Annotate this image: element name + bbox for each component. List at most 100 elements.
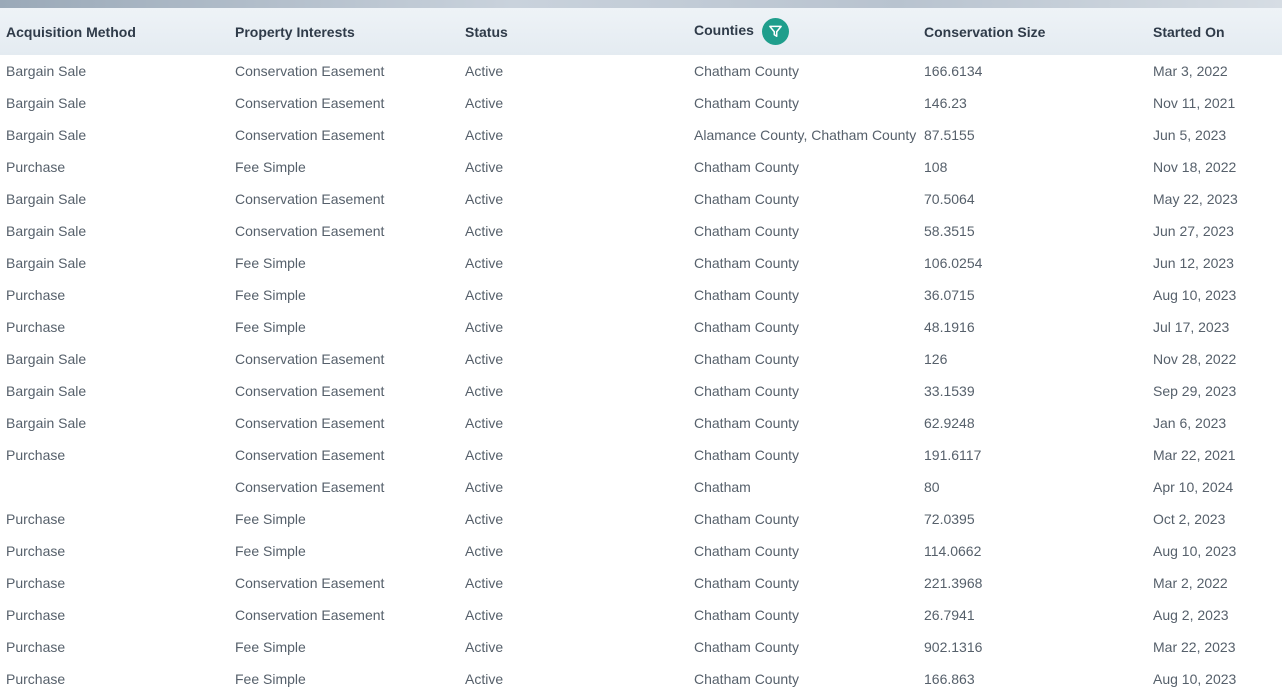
table-row[interactable]: Purchase Fee Simple Active Chatham County 90… — [0, 631, 1282, 663]
property-interests-cell: Conservation Easement — [235, 606, 385, 623]
table-row[interactable]: Bargain Sale Conservation Easement Active C… — [0, 183, 1282, 215]
acquisition-method-cell: Bargain Sale — [6, 254, 87, 271]
counties-cell: Chatham County — [694, 158, 800, 175]
table-row[interactable]: Purchase Conservation Easement Active Chath… — [0, 439, 1282, 471]
column-header-property-interests[interactable]: Property Interests — [229, 8, 459, 55]
column-header-label: Counties — [694, 22, 754, 39]
counties-cell: Chatham County — [694, 542, 800, 559]
counties-cell: Chatham County — [694, 318, 800, 335]
property-interests-cell: Conservation Easement — [235, 94, 385, 111]
acquisition-method-cell: Purchase — [6, 574, 66, 591]
conservation-size-cell: 80 — [924, 478, 940, 495]
table-row[interactable]: Bargain Sale Conservation Easement Active C… — [0, 215, 1282, 247]
table-row[interactable]: Purchase Fee Simple Active Chatham County 11… — [0, 535, 1282, 567]
projects-table: Acquisition Method Property Interests St… — [0, 8, 1282, 695]
conservation-size-cell: 902.1316 — [924, 638, 983, 655]
counties-cell: Chatham County — [694, 574, 800, 591]
acquisition-method-cell: Purchase — [6, 638, 66, 655]
started-on-cell: Apr 10, 2024 — [1153, 478, 1234, 495]
acquisition-method-cell: Bargain Sale — [6, 94, 87, 111]
counties-cell: Chatham County — [694, 222, 800, 239]
started-on-cell: Mar 3, 2022 — [1153, 62, 1228, 79]
acquisition-method-cell: Bargain Sale — [6, 382, 87, 399]
property-interests-cell: Conservation Easement — [235, 126, 385, 143]
status-cell: Active — [465, 670, 504, 687]
property-interests-cell: Conservation Easement — [235, 62, 385, 79]
counties-cell: Chatham County — [694, 254, 800, 271]
property-interests-cell: Fee Simple — [235, 286, 306, 303]
property-interests-cell: Conservation Easement — [235, 190, 385, 207]
status-cell: Active — [465, 606, 504, 623]
table-row[interactable]: Purchase Conservation Easement Active Chath… — [0, 567, 1282, 599]
table-row[interactable]: Bargain Sale Conservation Easement Active C… — [0, 343, 1282, 375]
conservation-size-cell: 191.6117 — [924, 446, 982, 463]
property-interests-cell: Conservation Easement — [235, 446, 385, 463]
property-interests-cell: Conservation Easement — [235, 574, 385, 591]
started-on-cell: Nov 18, 2022 — [1153, 158, 1237, 175]
status-cell: Active — [465, 158, 504, 175]
conservation-size-cell: 36.0715 — [924, 286, 975, 303]
column-header-started-on[interactable]: Started On — [1147, 8, 1282, 55]
acquisition-method-cell: Purchase — [6, 606, 66, 623]
acquisition-method-cell: Purchase — [6, 158, 66, 175]
property-interests-cell: Fee Simple — [235, 638, 306, 655]
property-interests-cell: Conservation Easement — [235, 222, 385, 239]
started-on-cell: Jun 5, 2023 — [1153, 126, 1227, 143]
filter-funnel-icon[interactable] — [761, 18, 789, 45]
column-header-acquisition-method[interactable]: Acquisition Method — [0, 8, 229, 55]
conservation-size-cell: 126 — [924, 350, 948, 367]
table-row[interactable]: Purchase Fee Simple Active Chatham County 16… — [0, 663, 1282, 695]
counties-cell: Chatham County — [694, 62, 800, 79]
column-header-label: Status — [465, 23, 508, 40]
property-interests-cell: Conservation Easement — [235, 350, 385, 367]
table-row[interactable]: Conservation Easement Active Chatham 80 Apr … — [0, 471, 1282, 503]
table-row[interactable]: Purchase Conservation Easement Active Chath… — [0, 599, 1282, 631]
conservation-size-cell: 166.863 — [924, 670, 975, 687]
started-on-cell: Jul 17, 2023 — [1153, 318, 1230, 335]
projects-table-view: Acquisition Method Property Interests St… — [0, 0, 1282, 698]
counties-cell: Chatham — [694, 478, 751, 495]
table-row[interactable]: Bargain Sale Conservation Easement Active C… — [0, 87, 1282, 119]
started-on-cell: Sep 29, 2023 — [1153, 382, 1237, 399]
property-interests-cell: Fee Simple — [235, 670, 306, 687]
conservation-size-cell: 166.6134 — [924, 62, 983, 79]
started-on-cell: Aug 2, 2023 — [1153, 606, 1229, 623]
counties-cell: Chatham County — [694, 510, 800, 527]
counties-cell: Chatham County — [694, 286, 800, 303]
started-on-cell: Aug 10, 2023 — [1153, 670, 1237, 687]
property-interests-cell: Conservation Easement — [235, 382, 385, 399]
started-on-cell: Jun 27, 2023 — [1153, 222, 1234, 239]
acquisition-method-cell: Bargain Sale — [6, 414, 87, 431]
started-on-cell: Mar 2, 2022 — [1153, 574, 1228, 591]
column-header-counties[interactable]: Counties — [688, 8, 918, 55]
counties-cell: Chatham County — [694, 414, 800, 431]
status-cell: Active — [465, 190, 504, 207]
table-row[interactable]: Bargain Sale Fee Simple Active Chatham Coun… — [0, 247, 1282, 279]
started-on-cell: Nov 28, 2022 — [1153, 350, 1237, 367]
property-interests-cell: Fee Simple — [235, 318, 306, 335]
acquisition-method-cell: Purchase — [6, 510, 66, 527]
table-row[interactable]: Purchase Fee Simple Active Chatham County 36… — [0, 279, 1282, 311]
table-row[interactable]: Purchase Fee Simple Active Chatham County 10… — [0, 151, 1282, 183]
column-header-label: Acquisition Method — [6, 23, 136, 40]
column-header-label: Property Interests — [235, 23, 355, 40]
table-row[interactable]: Bargain Sale Conservation Easement Active C… — [0, 407, 1282, 439]
conservation-size-cell: 108 — [924, 158, 948, 175]
counties-cell: Chatham County — [694, 382, 800, 399]
table-row[interactable]: Purchase Fee Simple Active Chatham County 48… — [0, 311, 1282, 343]
table-row[interactable]: Bargain Sale Conservation Easement Active A… — [0, 119, 1282, 151]
status-cell: Active — [465, 286, 504, 303]
conservation-size-cell: 48.1916 — [924, 318, 975, 335]
table-row[interactable]: Purchase Fee Simple Active Chatham County 72… — [0, 503, 1282, 535]
property-interests-cell: Fee Simple — [235, 254, 306, 271]
column-header-label: Conservation Size — [924, 23, 1046, 40]
column-header-status[interactable]: Status — [459, 8, 688, 55]
status-cell: Active — [465, 382, 504, 399]
table-row[interactable]: Bargain Sale Conservation Easement Active C… — [0, 375, 1282, 407]
started-on-cell: Aug 10, 2023 — [1153, 542, 1237, 559]
property-interests-cell: Fee Simple — [235, 158, 306, 175]
acquisition-method-cell: Purchase — [6, 670, 66, 687]
table-row[interactable]: Bargain Sale Conservation Easement Active C… — [0, 55, 1282, 87]
conservation-size-cell: 106.0254 — [924, 254, 983, 271]
column-header-conservation-size[interactable]: Conservation Size — [918, 8, 1147, 55]
